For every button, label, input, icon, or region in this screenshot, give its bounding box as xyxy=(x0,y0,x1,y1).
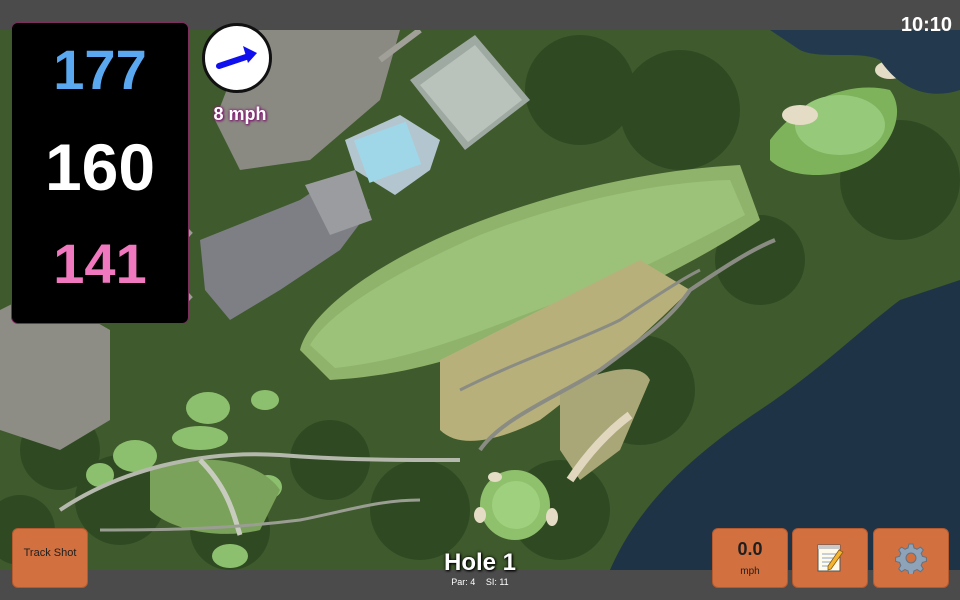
back-of-green-distance: 177 xyxy=(53,38,147,101)
speed-unit: mph xyxy=(740,566,760,577)
middle-of-green-distance: 160 xyxy=(44,130,156,204)
wind-direction-indicator xyxy=(202,23,272,93)
notes-button[interactable] xyxy=(792,528,868,588)
speed-value: 0.0 xyxy=(737,539,763,559)
hole-title: Hole 1 xyxy=(443,549,517,576)
front-of-green-distance: 141 xyxy=(53,232,147,295)
par-label: Par: 4 xyxy=(451,577,476,587)
clock-time: 10:10 xyxy=(900,14,952,36)
wind-arrow-icon xyxy=(216,46,257,69)
track-shot-button[interactable]: Track Shot xyxy=(12,528,88,588)
notepad-icon xyxy=(817,544,844,572)
gear-icon xyxy=(895,543,927,574)
hole-info: Par: 4 SI: 11 xyxy=(380,577,580,587)
speed-button[interactable]: 0.0 mph xyxy=(712,528,788,588)
wind-speed-label: 8 mph xyxy=(213,104,267,124)
settings-button[interactable] xyxy=(873,528,949,588)
distance-panel: 177 160 141 xyxy=(12,23,188,323)
stroke-index-label: SI: 11 xyxy=(485,577,509,587)
